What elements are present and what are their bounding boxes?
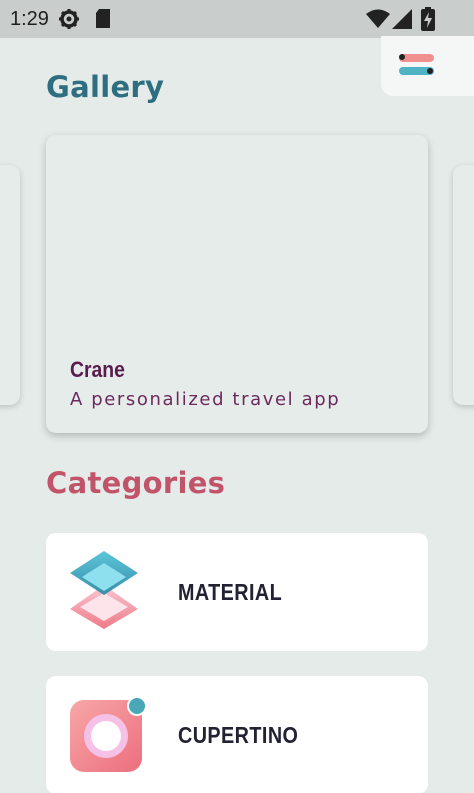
gallery-title: Gallery — [46, 70, 165, 104]
status-time: 1:29 — [10, 8, 49, 30]
wifi-icon — [366, 9, 390, 33]
study-card-crane[interactable]: Crane A personalized travel app — [46, 135, 428, 433]
battery-icon — [421, 7, 435, 35]
gallery-screen: 1:29 Gallery Crane A personalized travel… — [0, 0, 474, 793]
settings-toggle-icon — [399, 54, 434, 75]
categories-title: Categories — [46, 466, 226, 500]
category-cupertino[interactable]: CUPERTINO — [46, 676, 428, 793]
cupertino-icon — [68, 694, 152, 778]
study-subtitle: A personalized travel app — [70, 389, 341, 410]
signal-icon — [392, 9, 412, 33]
category-material[interactable]: MATERIAL — [46, 533, 428, 651]
category-label-cupertino: CUPERTINO — [178, 722, 299, 748]
gear-icon — [58, 8, 80, 34]
status-bar: 1:29 — [0, 0, 474, 38]
carousel-card-previous[interactable] — [0, 165, 20, 405]
study-title: Crane — [70, 357, 125, 382]
carousel-card-next[interactable] — [453, 165, 474, 405]
category-label-material: MATERIAL — [178, 579, 283, 605]
sd-card-icon — [95, 9, 111, 33]
settings-button[interactable] — [381, 36, 474, 96]
material-layers-icon — [68, 551, 140, 635]
